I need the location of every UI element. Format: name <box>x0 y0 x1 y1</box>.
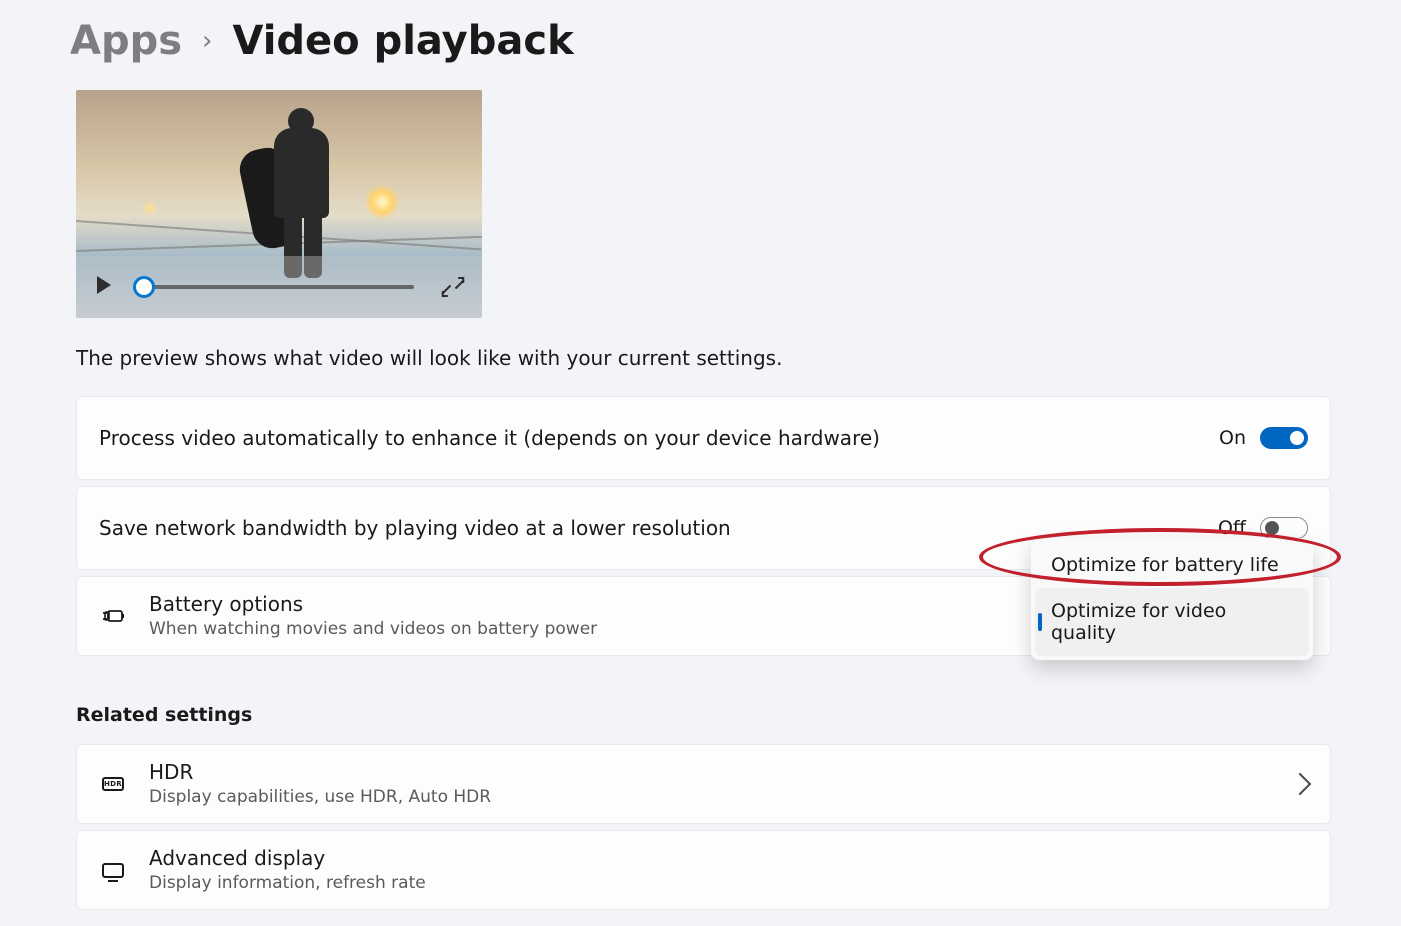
section-header-related: Related settings <box>76 704 1331 726</box>
page-title: Video playback <box>232 18 573 64</box>
related-subtitle: Display capabilities, use HDR, Auto HDR <box>149 786 1292 810</box>
setting-enhance-video: Process video automatically to enhance i… <box>76 396 1331 480</box>
chevron-right-icon <box>1289 773 1312 796</box>
sun-graphic <box>364 184 400 220</box>
display-icon <box>102 863 124 878</box>
breadcrumb-parent[interactable]: Apps <box>70 18 182 64</box>
bandwidth-toggle[interactable] <box>1260 517 1308 539</box>
slider-thumb[interactable] <box>133 276 155 298</box>
enhance-toggle[interactable] <box>1260 427 1308 449</box>
battery-options-dropdown: Optimize for battery life Optimize for v… <box>1031 538 1313 660</box>
dropdown-option-video-quality[interactable]: Optimize for video quality <box>1035 588 1309 656</box>
chevron-right-icon: › <box>202 26 212 56</box>
preview-caption: The preview shows what video will look l… <box>76 346 1331 370</box>
setting-title: Process video automatically to enhance i… <box>99 424 1219 452</box>
related-advanced-display[interactable]: Advanced display Display information, re… <box>76 830 1331 910</box>
video-controls <box>76 256 482 318</box>
expand-icon <box>455 279 465 289</box>
breadcrumb: Apps › Video playback <box>70 18 1331 64</box>
video-preview <box>76 90 482 318</box>
play-icon <box>97 276 111 294</box>
dropdown-option-battery-life[interactable]: Optimize for battery life <box>1035 542 1309 588</box>
fullscreen-button[interactable] <box>442 276 464 298</box>
related-subtitle: Display information, refresh rate <box>149 872 1308 896</box>
play-button[interactable] <box>94 276 116 298</box>
toggle-state-label: Off <box>1218 517 1246 539</box>
related-title: HDR <box>149 758 1292 786</box>
video-progress-slider[interactable] <box>144 285 414 289</box>
related-title: Advanced display <box>149 844 1308 872</box>
toggle-state-label: On <box>1219 427 1246 449</box>
battery-plug-icon <box>101 606 125 626</box>
related-hdr[interactable]: HDR HDR Display capabilities, use HDR, A… <box>76 744 1331 824</box>
hdr-icon: HDR <box>102 777 124 791</box>
